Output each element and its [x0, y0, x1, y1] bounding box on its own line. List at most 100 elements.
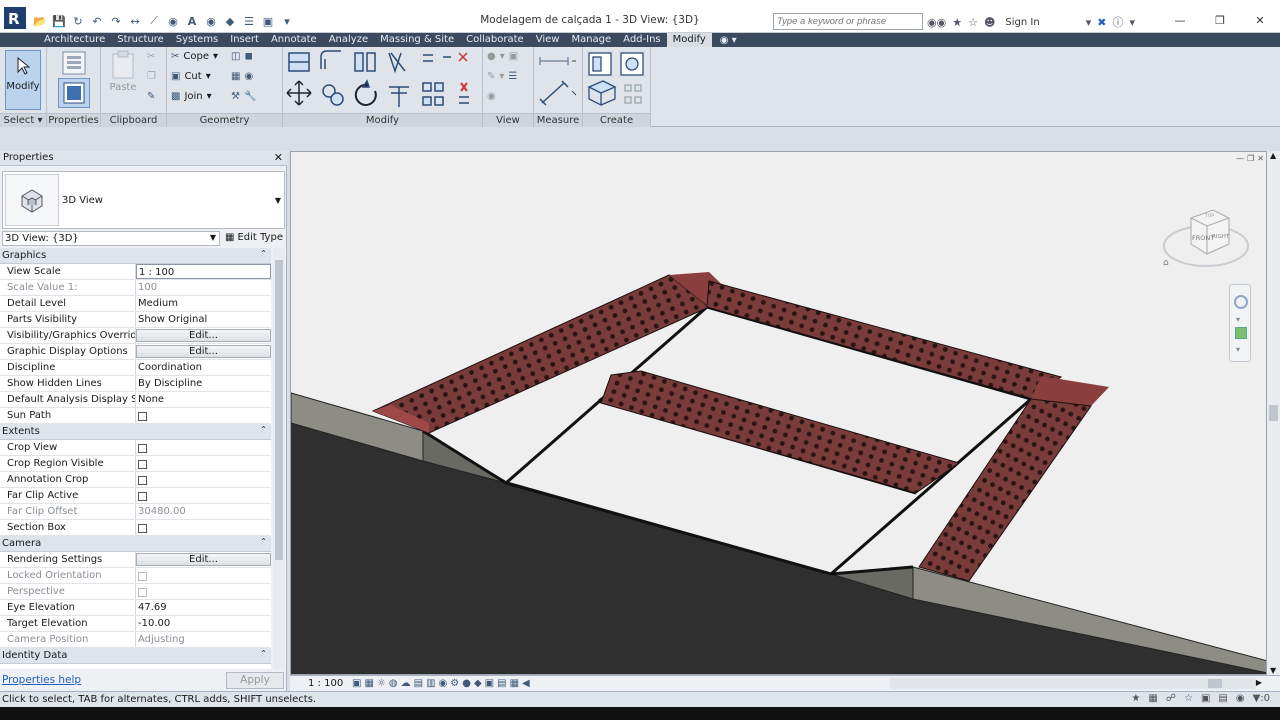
tab-manage[interactable]: Manage	[565, 33, 617, 47]
binoculars-icon[interactable]: ◉◉	[927, 16, 946, 29]
type-dropdown-icon[interactable]: ▼	[275, 196, 281, 205]
scroll-right-icon[interactable]: ▶	[1256, 678, 1262, 687]
nav-dropdown-icon[interactable]: ▾	[1236, 345, 1240, 354]
highlight-icon[interactable]: ▤	[497, 678, 506, 689]
group-identity-data[interactable]: Identity Data ⌃	[0, 648, 271, 664]
prop-row[interactable]: Target Elevation -10.00	[0, 616, 271, 632]
tab-collaborate[interactable]: Collaborate	[460, 33, 530, 47]
tab-insert[interactable]: Insert	[224, 33, 265, 47]
tab-systems[interactable]: Systems	[170, 33, 225, 47]
ribbon-minimize-icon[interactable]: ◉ ▾	[712, 35, 745, 46]
reveal-hidden-icon[interactable]: ●	[462, 678, 471, 689]
constraints-icon[interactable]: ▦	[510, 678, 519, 689]
close-icon[interactable]: ✕	[1240, 10, 1280, 30]
join-button[interactable]: ▩ Join ▾	[171, 91, 212, 102]
paint-icon[interactable]: ◼	[244, 51, 252, 62]
crop-icon[interactable]: ▤	[414, 678, 423, 689]
shadows-icon[interactable]: ◍	[389, 678, 398, 689]
render-icon[interactable]: ☁	[401, 678, 411, 689]
select-faces-icon[interactable]: ▤	[1218, 693, 1227, 704]
worksets-icon[interactable]: ★	[1131, 693, 1140, 704]
crop-view-checkbox[interactable]	[138, 444, 147, 453]
close-hidden-icon[interactable]: ▣	[260, 13, 276, 29]
split-face-icon[interactable]: ◫	[231, 51, 240, 62]
shape-handles-icon[interactable]: ◉	[244, 71, 253, 82]
filter-status-icon[interactable]: ▼:0	[1253, 693, 1270, 704]
vp-restore-icon[interactable]: ❐	[1247, 154, 1254, 163]
analytical-icon[interactable]: ▣	[485, 678, 494, 689]
vg-edit-button[interactable]: Edit...	[136, 329, 271, 342]
scroll-thumb[interactable]	[275, 260, 283, 560]
group-extents[interactable]: Extents ⌃	[0, 424, 271, 440]
view-scale-button[interactable]: 1 : 100	[308, 678, 348, 689]
zoom-icon[interactable]: ▾	[1236, 315, 1240, 324]
prop-row[interactable]: Default Analysis Display St...None	[0, 392, 271, 408]
linework-button[interactable]: ✎ ▾ ☰	[487, 71, 517, 82]
viewcube-top-label[interactable]: TOP	[1204, 213, 1214, 219]
underlay-icon[interactable]: ▣	[1201, 693, 1210, 704]
override-graphics-button[interactable]: ● ▾ ▣	[487, 51, 518, 62]
type-selector[interactable]: 3D View ▼	[2, 171, 285, 229]
prop-row[interactable]: View Scale 1 : 100	[0, 264, 271, 280]
cut-button[interactable]: ▣ Cut ▾	[171, 71, 211, 82]
3d-viewport[interactable]: FRONT RIGHT TOP ⌂ ▾ ▾ — ❐ ✕	[290, 151, 1267, 675]
qat-dropdown-icon[interactable]: ▾	[279, 13, 295, 29]
sun-path-icon[interactable]: ☼	[377, 678, 386, 689]
tab-structure[interactable]: Structure	[111, 33, 170, 47]
cope-button[interactable]: ✂ Cope ▾	[171, 51, 218, 62]
cut-clip-button[interactable]: ✂	[147, 51, 155, 62]
restore-icon[interactable]: ❐	[1200, 10, 1240, 30]
favorites-icon[interactable]: ☆	[968, 16, 978, 29]
detail-level-icon[interactable]: ▣	[352, 678, 361, 689]
prop-row[interactable]: Eye Elevation 47.69	[0, 600, 271, 616]
viewport-vscrollbar[interactable]: ▲ ▼	[1267, 151, 1280, 675]
collapse-icon[interactable]: ⌃	[260, 649, 267, 658]
measure-icon[interactable]: ↔	[127, 13, 143, 29]
far-clip-checkbox[interactable]	[138, 492, 147, 501]
save-icon[interactable]: 💾	[51, 13, 67, 29]
close-icon[interactable]: ✕	[274, 151, 283, 164]
worksharing-icon[interactable]: ◆	[474, 678, 482, 689]
revit-logo-icon[interactable]: R	[2, 6, 28, 30]
pinned-icon[interactable]: ☆	[1184, 693, 1193, 704]
collapse-icon[interactable]: ⌃	[260, 425, 267, 434]
prop-row[interactable]: Show Hidden Lines By Discipline	[0, 376, 271, 392]
properties-scrollbar[interactable]	[273, 248, 285, 669]
group-graphics[interactable]: Graphics ⌃	[0, 248, 271, 264]
minimize-icon[interactable]: —	[1160, 10, 1200, 30]
visual-style-icon[interactable]: ▦	[364, 678, 373, 689]
section-box-checkbox[interactable]	[138, 524, 147, 533]
drag-elements-icon[interactable]: ◉	[1236, 693, 1245, 704]
lock-view-icon[interactable]: ◉	[439, 678, 448, 689]
vp-minimize-icon[interactable]: —	[1236, 154, 1244, 163]
redo-icon[interactable]: ↷	[108, 13, 124, 29]
modify-button[interactable]: Modify	[5, 50, 41, 110]
annotation-crop-checkbox[interactable]	[138, 476, 147, 485]
scroll-thumb[interactable]	[1208, 679, 1222, 688]
sync-icon[interactable]: ↻	[70, 13, 86, 29]
signin-dropdown-icon[interactable]: ▾	[1086, 16, 1092, 29]
scroll-left-icon[interactable]: ◀	[522, 678, 530, 689]
copy-clip-button[interactable]: ❐	[147, 71, 156, 82]
group-camera[interactable]: Camera ⌃	[0, 536, 271, 552]
subscription-icon[interactable]: ★	[952, 16, 962, 29]
tab-architecture[interactable]: Architecture	[38, 33, 111, 47]
halftone-button[interactable]: ◉	[487, 91, 496, 102]
prop-row[interactable]: Discipline Coordination	[0, 360, 271, 376]
design-options-icon[interactable]: ▦	[1148, 693, 1157, 704]
undo-icon[interactable]: ↶	[89, 13, 105, 29]
collapse-icon[interactable]: ⌃	[260, 249, 267, 258]
instance-filter-dropdown[interactable]: 3D View: {3D} ▼	[2, 231, 220, 246]
scroll-thumb[interactable]	[1269, 405, 1278, 421]
viewcube-home-icon[interactable]: ⌂	[1163, 258, 1169, 268]
thin-lines-icon[interactable]: ☰	[241, 13, 257, 29]
tab-view[interactable]: View	[530, 33, 566, 47]
tab-massing-site[interactable]: Massing & Site	[374, 33, 460, 47]
graphic-display-edit-button[interactable]: Edit...	[136, 345, 271, 358]
rendering-edit-button[interactable]: Edit...	[136, 553, 271, 566]
tab-add-ins[interactable]: Add-Ins	[617, 33, 666, 47]
tab-annotate[interactable]: Annotate	[265, 33, 323, 47]
sun-path-checkbox[interactable]	[138, 412, 147, 421]
crop-region-checkbox[interactable]	[138, 460, 147, 469]
collapse-icon[interactable]: ⌃	[260, 537, 267, 546]
